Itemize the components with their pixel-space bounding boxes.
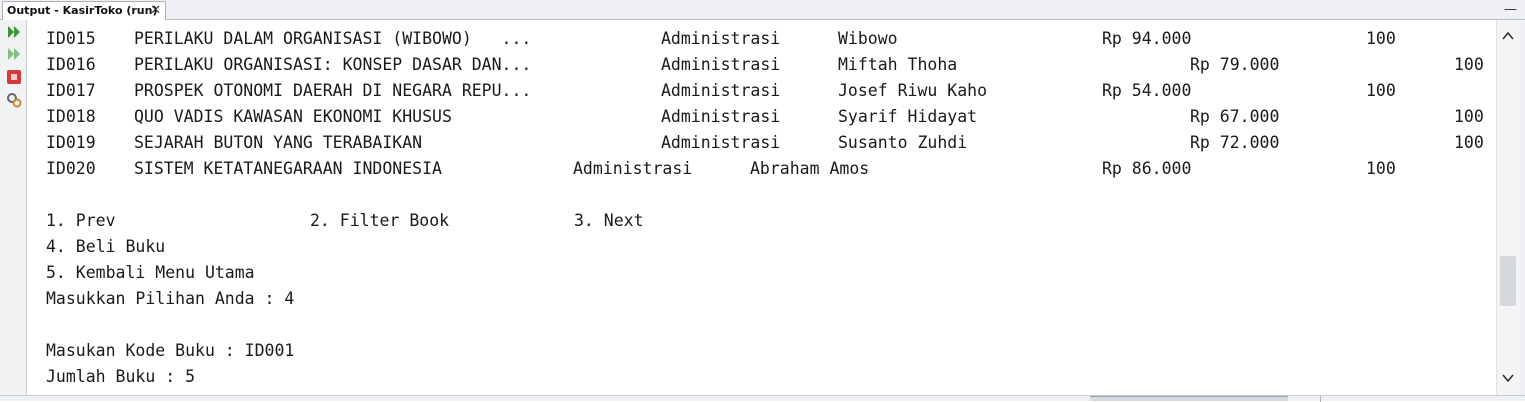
book-author: Wibowo — [838, 29, 898, 48]
book-id: ID017 — [46, 81, 96, 100]
menu-next: 3. Next — [574, 211, 644, 230]
book-id: ID019 — [46, 133, 96, 152]
menu-filter: 2. Filter Book — [310, 211, 450, 230]
output-tab-bar: Output - KasirToko (run) ✕ — — [0, 0, 1525, 21]
output-tab[interactable]: Output - KasirToko (run) ✕ — [2, 1, 166, 21]
output-console[interactable]: ID015 PERILAKU DALAM ORGANISASI (WIBOWO) … — [27, 20, 1496, 395]
menu-prompt: Masukkan Pilihan Anda : 4 — [46, 289, 295, 308]
book-id: ID020 — [46, 159, 96, 178]
book-id: ID018 — [46, 107, 96, 126]
settings-icon[interactable] — [6, 92, 22, 108]
table-row: ID017 PROSPEK OTONOMI DAERAH DI NEGARA RE… — [46, 78, 1496, 104]
status-strip — [0, 395, 1525, 402]
window-edge — [1520, 20, 1525, 395]
book-price: Rp 54.000 — [1102, 81, 1192, 100]
book-title: SEJARAH BUTON YANG TERABAIKAN — [134, 133, 423, 152]
kode-buku-prompt: Masukan Kode Buku : ID001 — [46, 341, 295, 360]
output-tab-title: Output - KasirToko (run) — [7, 4, 158, 17]
close-icon[interactable]: ✕ — [150, 2, 161, 20]
book-category: Administrasi — [661, 29, 781, 48]
book-category: Administrasi — [573, 159, 693, 178]
menu-prev: 1. Prev — [46, 211, 116, 230]
book-category: Administrasi — [661, 81, 781, 100]
scrollbar-thumb[interactable] — [1500, 256, 1516, 306]
book-stock: 100 — [1366, 29, 1396, 48]
menu-beli: 4. Beli Buku — [46, 237, 166, 256]
vertical-scrollbar[interactable] — [1496, 20, 1520, 395]
book-author: Syarif Hidayat — [838, 107, 978, 126]
book-title: PROSPEK OTONOMI DAERAH DI NEGARA REPU... — [134, 81, 532, 100]
book-stock: 100 — [1366, 81, 1396, 100]
table-row: ID019 SEJARAH BUTON YANG TERABAIKAN Admini… — [46, 130, 1496, 156]
stop-icon[interactable] — [6, 69, 22, 85]
menu-row-1: 1. Prev 2. Filter Book 3. Next — [46, 208, 1496, 234]
book-title: SISTEM KETATANEGARAAN INDONESIA — [134, 159, 442, 178]
book-price: Rp 94.000 — [1102, 29, 1192, 48]
book-stock: 100 — [1454, 107, 1484, 126]
divider — [1320, 396, 1321, 402]
book-author: Abraham Amos — [750, 159, 870, 178]
output-toolbar — [0, 20, 27, 395]
book-category: Administrasi — [661, 55, 781, 74]
minimize-icon[interactable]: — — [1504, 2, 1517, 18]
table-row: ID015 PERILAKU DALAM ORGANISASI (WIBOWO) … — [46, 26, 1496, 52]
book-price: Rp 79.000 — [1190, 55, 1280, 74]
rerun-icon[interactable] — [6, 24, 22, 40]
book-stock: 100 — [1454, 55, 1484, 74]
book-author: Josef Riwu Kaho — [838, 81, 988, 100]
rerun-with-options-icon[interactable] — [6, 46, 22, 62]
book-author: Susanto Zuhdi — [838, 133, 968, 152]
chevron-down-icon[interactable] — [1501, 370, 1515, 384]
jumlah-buku-prompt: Jumlah Buku : 5 — [46, 367, 196, 386]
book-price: Rp 72.000 — [1190, 133, 1280, 152]
book-author: Miftah Thoha — [838, 55, 958, 74]
table-row: ID020 SISTEM KETATANEGARAAN INDONESIA Admi… — [46, 156, 1496, 182]
book-title: QUO VADIS KAWASAN EKONOMI KHUSUS — [134, 107, 452, 126]
book-stock: 100 — [1366, 159, 1396, 178]
book-title: PERILAKU DALAM ORGANISASI (WIBOWO) ... — [134, 29, 532, 48]
book-category: Administrasi — [661, 107, 781, 126]
book-stock: 100 — [1454, 133, 1484, 152]
book-id: ID015 — [46, 29, 96, 48]
table-row: ID016 PERILAKU ORGANISASI: KONSEP DASAR D… — [46, 52, 1496, 78]
horizontal-scrollbar[interactable] — [1090, 396, 1288, 401]
book-price: Rp 86.000 — [1102, 159, 1192, 178]
book-category: Administrasi — [661, 133, 781, 152]
book-id: ID016 — [46, 55, 96, 74]
book-title: PERILAKU ORGANISASI: KONSEP DASAR DAN... — [134, 55, 532, 74]
menu-kembali: 5. Kembali Menu Utama — [46, 263, 255, 282]
book-price: Rp 67.000 — [1190, 107, 1280, 126]
table-row: ID018 QUO VADIS KAWASAN EKONOMI KHUSUS Adm… — [46, 104, 1496, 130]
chevron-up-icon[interactable] — [1501, 28, 1515, 42]
